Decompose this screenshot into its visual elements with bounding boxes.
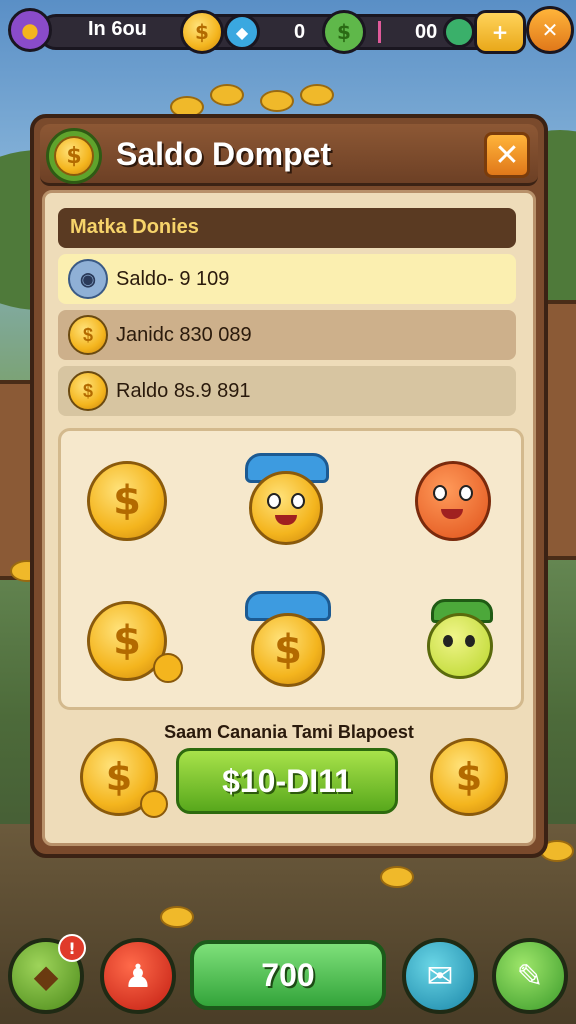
paper-icon: ✎ (516, 957, 544, 995)
coin-counter[interactable]: $ (180, 10, 224, 54)
eye-icon (267, 493, 281, 509)
balance-row[interactable]: $ Janidc 830 089 (58, 310, 516, 360)
chess-button[interactable]: ♟ (100, 938, 176, 1014)
cash-counter[interactable]: $ 00 (322, 10, 476, 54)
dialog-close-button[interactable]: ✕ (484, 132, 530, 178)
gem-counter[interactable]: ◆ 0 (224, 14, 305, 50)
treasure-coin (260, 90, 294, 112)
reward-grid: $ $ $ (58, 428, 524, 710)
chess-piece-icon: ♟ (123, 957, 153, 995)
add-currency-button[interactable]: + (474, 10, 526, 54)
map-button[interactable]: ✉ (402, 938, 478, 1014)
eye-icon (443, 635, 453, 647)
dialog-header: $ Saldo Dompet ✕ (40, 124, 538, 186)
eye-icon (459, 485, 473, 501)
eye-icon (291, 493, 305, 509)
orange-critter[interactable] (411, 455, 501, 545)
purchase-button-label: $10-DI11 (222, 762, 352, 799)
balance-row[interactable]: $ Raldo 8s.9 891 (58, 366, 516, 416)
small-coin-icon (153, 653, 183, 683)
coin-blue-hat[interactable]: $ (243, 591, 333, 691)
close-icon: ✕ (494, 137, 520, 173)
dollar-coin-icon: $ (251, 613, 325, 687)
wallet-dialog: $ Saldo Dompet ✕ Matka Donies ◉ Saldo- 9… (30, 114, 548, 858)
plus-icon: + (474, 10, 526, 54)
treasure-coin (380, 866, 414, 888)
cash-icon: $ (322, 10, 366, 54)
lime-critter-icon (427, 613, 493, 679)
gold-coin-icon: $ (68, 315, 108, 355)
wallet-coin-icon: $ (46, 128, 102, 184)
coin-stack-icon: ● (8, 8, 52, 52)
balance-row-label: Saldo- 9 109 (116, 267, 230, 290)
balance-row-label: Janidc 830 089 (116, 323, 252, 346)
green-orb-icon (443, 16, 476, 48)
dollar-coin-icon: $ (180, 10, 224, 54)
badge-text: ! (68, 938, 76, 958)
gold-coin-icon[interactable]: $ (87, 461, 167, 541)
eye-coin-icon: ◉ (68, 259, 108, 299)
bottom-bar: ◆ ! ♟ 700 ✉ ✎ (0, 914, 576, 1024)
hud-close-button[interactable]: ✕ (526, 6, 574, 54)
dollar-coin-icon: $ (54, 136, 94, 176)
eye-icon (465, 635, 475, 647)
dollar-coin-icon: $ (430, 738, 508, 816)
treasure-coin (300, 84, 334, 106)
separator (378, 21, 381, 43)
bag-icon: ◆ (33, 957, 59, 995)
main-action-label: 700 (261, 956, 315, 993)
gem-count: 0 (294, 20, 306, 43)
scroll-icon: ✉ (426, 957, 454, 995)
bag-button[interactable]: ◆ ! (8, 934, 86, 1014)
eye-icon (433, 485, 447, 501)
balance-row-label: Raldo 8s.9 891 (116, 379, 251, 402)
treasure-coin (210, 84, 244, 106)
small-coin-icon (140, 790, 168, 818)
gem-icon: ◆ (224, 14, 260, 50)
coin-face-icon (249, 471, 323, 545)
profile-button[interactable]: ● (8, 8, 52, 52)
top-hud: ● In 6ou $ ◆ 0 $ 00 + ✕ (8, 6, 574, 56)
coin-character-blue-hat[interactable] (241, 453, 331, 549)
gold-coin-icon: $ (68, 371, 108, 411)
player-label: In 6ou (88, 18, 147, 41)
balance-row[interactable]: ◉ Saldo- 9 109 (58, 254, 516, 304)
close-icon: ✕ (526, 6, 574, 54)
notification-badge: ! (58, 934, 86, 962)
dialog-title: Saldo Dompet (116, 136, 332, 172)
lime-critter[interactable] (421, 599, 501, 683)
player-name: In 6ou (88, 18, 147, 40)
section-header: Matka Donies (58, 208, 516, 248)
main-action-button[interactable]: 700 (190, 940, 386, 1010)
purchase-button[interactable]: $10-DI11 (176, 748, 398, 814)
quest-button[interactable]: ✎ (492, 938, 568, 1014)
orange-critter-icon (415, 461, 491, 541)
cash-count: 00 (415, 20, 438, 43)
